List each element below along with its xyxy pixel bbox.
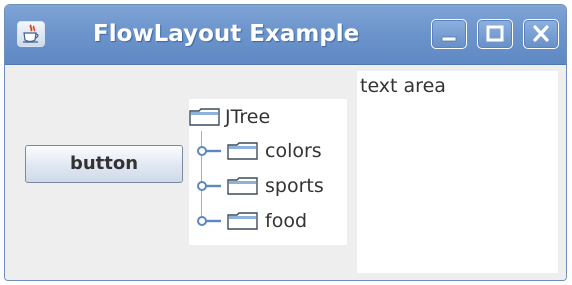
minimize-icon bbox=[441, 36, 457, 42]
tree-root-label: JTree bbox=[225, 106, 271, 128]
tree-node-label: sports bbox=[265, 175, 324, 197]
close-button[interactable] bbox=[523, 19, 559, 49]
folder-icon bbox=[227, 142, 258, 160]
maximize-icon bbox=[486, 25, 504, 42]
folder-icon bbox=[227, 212, 258, 230]
tree-expand-handle-icon[interactable] bbox=[197, 144, 223, 158]
maximize-button[interactable] bbox=[477, 19, 513, 49]
text-area[interactable]: text area bbox=[357, 71, 558, 273]
folder-icon bbox=[189, 108, 220, 126]
window-title: FlowLayout Example bbox=[93, 21, 360, 47]
tree-node-label: colors bbox=[265, 140, 322, 162]
content-pane: button JTree colors sports food text are… bbox=[5, 65, 566, 280]
app-window: FlowLayout Example button JTree colors s… bbox=[4, 4, 567, 281]
tree-root-node[interactable]: JTree bbox=[189, 103, 347, 131]
title-bar[interactable]: FlowLayout Example bbox=[5, 5, 566, 65]
close-icon bbox=[533, 25, 549, 42]
tree-expand-handle-icon[interactable] bbox=[197, 214, 223, 228]
tree-node-food[interactable]: food bbox=[189, 207, 347, 235]
tree-node-label: food bbox=[265, 210, 307, 232]
tree-node-colors[interactable]: colors bbox=[189, 137, 347, 165]
button[interactable]: button bbox=[25, 145, 183, 183]
java-cup-icon[interactable] bbox=[17, 21, 45, 47]
minimize-button[interactable] bbox=[431, 19, 467, 49]
folder-icon bbox=[227, 177, 258, 195]
tree-expand-handle-icon[interactable] bbox=[197, 179, 223, 193]
tree-node-sports[interactable]: sports bbox=[189, 172, 347, 200]
jtree[interactable]: JTree colors sports food bbox=[189, 99, 347, 245]
